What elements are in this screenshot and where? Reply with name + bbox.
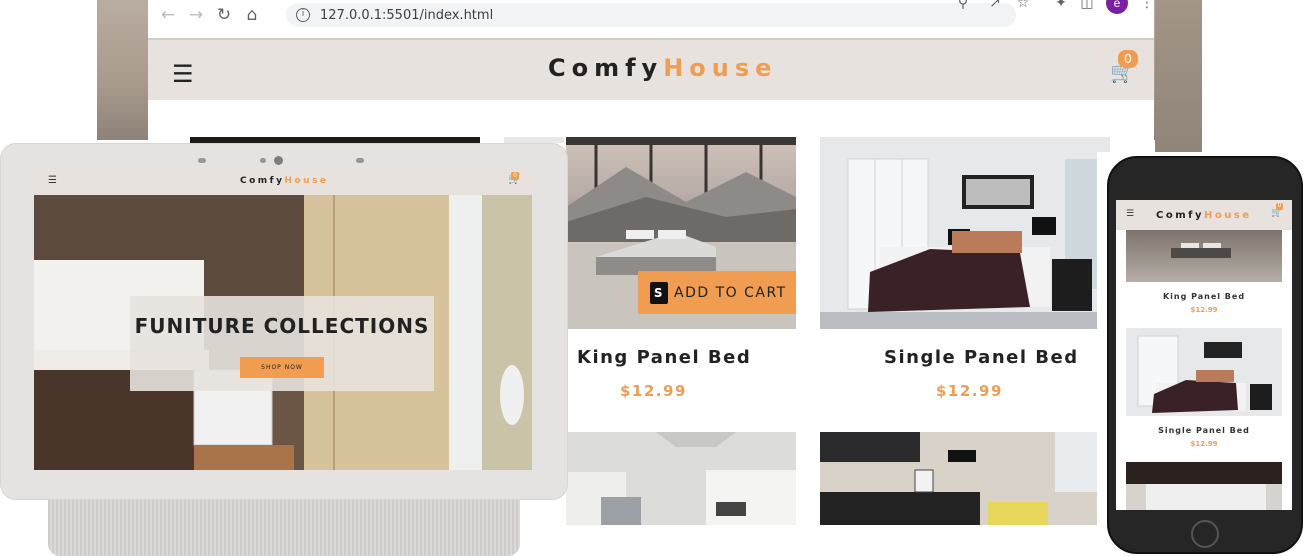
bedroom-scene <box>820 137 1110 329</box>
cart-count-badge: 0 <box>511 172 519 180</box>
phone-navbar: ☰ ComfyHouse 🛒 0 <box>1116 200 1292 230</box>
hamburger-menu-icon[interactable]: ☰ <box>172 60 194 88</box>
product-image-kitchen[interactable] <box>566 432 796 525</box>
bedroom-scene <box>1137 335 1272 413</box>
side-panel-icon[interactable]: ◫ <box>1076 0 1098 14</box>
tablet-camera-dot <box>274 156 283 165</box>
monitor-edge <box>1155 0 1202 160</box>
phone-device: ☰ ComfyHouse 🛒 0 King Panel Bed $12.99 S… <box>1097 152 1306 556</box>
product-image-single-panel-bed[interactable] <box>820 137 1110 329</box>
mockup-stage: ← → ↻ ⌂ i 127.0.0.1:5501/index.html ⚲ ↗ … <box>0 0 1306 556</box>
site-logo: ComfyHouse <box>548 54 777 82</box>
tablet-mic-dot <box>198 158 206 163</box>
tablet-navbar: ☰ ComfyHouse 🛒 0 <box>34 170 532 195</box>
address-bar[interactable]: i 127.0.0.1:5501/index.html <box>286 3 1016 27</box>
tablet-logo: ComfyHouse <box>240 176 329 186</box>
add-to-cart-label: ADD TO CART <box>674 284 787 301</box>
site-info-icon[interactable]: i <box>296 8 310 22</box>
cart-count-badge: 0 <box>1276 203 1283 210</box>
phone-screen: ☰ ComfyHouse 🛒 0 King Panel Bed $12.99 S… <box>1116 200 1292 510</box>
home-icon[interactable]: ⌂ <box>238 1 266 29</box>
site-navbar: ☰ ComfyHouse 🛒 0 <box>148 38 1154 100</box>
url-text: 127.0.0.1:5501/index.html <box>320 7 494 23</box>
hero-banner: FUNITURE COLLECTIONS SHOP NOW <box>130 296 434 391</box>
logo-house: House <box>284 176 329 186</box>
logo-comfy: Comfy <box>1156 210 1204 221</box>
reload-icon[interactable]: ↻ <box>210 1 238 29</box>
cart-count-badge: 0 <box>1118 50 1138 68</box>
product-price: $12.99 <box>1190 306 1218 314</box>
tablet-sensor-dot <box>260 158 266 163</box>
hamburger-menu-icon[interactable]: ☰ <box>48 175 57 186</box>
product-image[interactable] <box>1126 462 1282 510</box>
tablet-screen: ☰ ComfyHouse 🛒 0 FUNITURE COLLECTIONS SH… <box>34 170 532 470</box>
product-image[interactable] <box>1126 230 1282 282</box>
logo-house: House <box>663 54 778 82</box>
product-price: $12.99 <box>936 382 1003 400</box>
phone-logo: ComfyHouse <box>1156 210 1252 221</box>
phone-home-button[interactable] <box>1191 520 1219 548</box>
profile-avatar[interactable]: e <box>1106 0 1128 14</box>
bookmark-star-icon[interactable]: ☆ <box>1012 0 1034 14</box>
browser-toolbar: ← → ↻ ⌂ i 127.0.0.1:5501/index.html ⚲ ↗ … <box>148 0 1154 30</box>
product-title: King Panel Bed <box>577 347 752 368</box>
bedroom-scene <box>1126 462 1282 510</box>
kitchen-scene <box>566 432 796 525</box>
logo-house: House <box>1204 210 1252 221</box>
tablet-mic-dot <box>356 158 364 163</box>
add-to-cart-button[interactable]: S ADD TO CART <box>638 271 796 314</box>
banner-title: FUNITURE COLLECTIONS <box>134 314 430 338</box>
product-title: Single Panel Bed <box>1158 426 1250 435</box>
shopping-bag-icon: S <box>650 281 668 304</box>
zoom-icon[interactable]: ⚲ <box>952 0 974 14</box>
product-price: $12.99 <box>1190 440 1218 448</box>
product-title: King Panel Bed <box>1162 292 1246 301</box>
product-title: Single Panel Bed <box>884 347 1079 368</box>
share-icon[interactable]: ↗ <box>984 0 1006 14</box>
tablet-speaker-base <box>48 500 520 556</box>
shop-now-button[interactable]: SHOP NOW <box>240 357 324 378</box>
product-image[interactable] <box>1126 328 1282 416</box>
bedroom-scene <box>1171 243 1231 258</box>
forward-icon[interactable]: → <box>182 1 210 29</box>
logo-comfy: Comfy <box>548 54 664 82</box>
logo-comfy: Comfy <box>240 176 285 186</box>
extensions-icon[interactable]: ✦ <box>1050 0 1072 14</box>
back-icon[interactable]: ← <box>154 1 182 29</box>
product-image-living-room[interactable] <box>820 432 1110 525</box>
hamburger-menu-icon[interactable]: ☰ <box>1126 209 1134 219</box>
product-price: $12.99 <box>620 382 687 400</box>
living-room-scene <box>820 432 1110 525</box>
menu-kebab-icon[interactable]: ⋮ <box>1136 0 1158 14</box>
